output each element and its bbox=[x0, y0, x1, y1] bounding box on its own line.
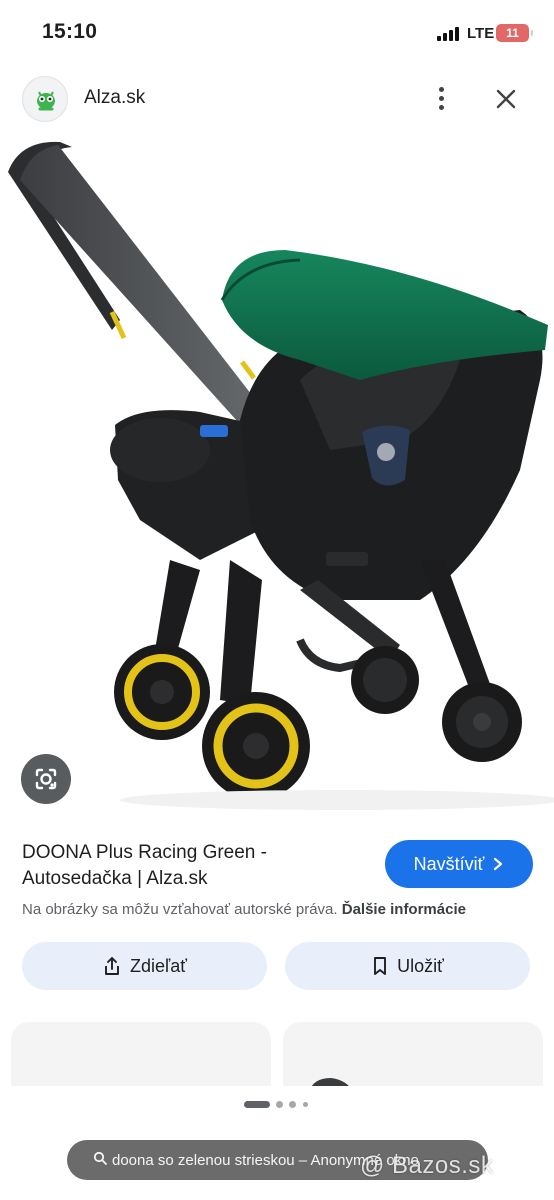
more-options-button[interactable] bbox=[428, 84, 456, 114]
related-result-card[interactable] bbox=[11, 1022, 271, 1092]
network-type: LTE bbox=[467, 25, 495, 42]
save-button[interactable]: Uložiť bbox=[285, 942, 530, 990]
front-right-wheel bbox=[202, 692, 310, 800]
visit-button[interactable]: Navštíviť bbox=[385, 840, 533, 888]
copyright-notice: Na obrázky sa môžu vzťahovať autorské pr… bbox=[22, 901, 466, 918]
share-label: Zdieľať bbox=[129, 955, 188, 976]
bookmark-icon bbox=[374, 957, 387, 975]
battery-icon: 11 bbox=[496, 24, 533, 42]
alza-alien-mascot-icon bbox=[37, 91, 55, 111]
cellular-signal-icon bbox=[437, 27, 461, 41]
result-header: Alza.sk bbox=[0, 66, 554, 132]
more-vertical-icon bbox=[439, 87, 444, 92]
rear-right-wheel bbox=[442, 682, 522, 762]
product-image[interactable] bbox=[0, 132, 554, 822]
close-icon bbox=[496, 89, 516, 109]
share-button[interactable]: Zdieľať bbox=[22, 942, 267, 990]
stroller-car-seat-image bbox=[8, 141, 554, 810]
result-title[interactable]: DOONA Plus Racing Green - Autosedačka | … bbox=[22, 840, 372, 892]
close-button[interactable] bbox=[492, 85, 520, 113]
search-icon bbox=[93, 1151, 107, 1169]
rear-left-wheel bbox=[351, 646, 419, 714]
front-left-wheel bbox=[114, 644, 210, 740]
google-lens-icon bbox=[35, 768, 57, 790]
visit-button-label: Navštíviť bbox=[413, 853, 485, 874]
status-bar: 15:10 LTE 11 bbox=[0, 0, 554, 66]
copyright-text: Na obrázky sa môžu vzťahovať autorské pr… bbox=[22, 901, 338, 918]
site-name[interactable]: Alza.sk bbox=[84, 87, 145, 109]
watermark: @ Bazos.sk bbox=[360, 1152, 494, 1179]
related-thumbnail bbox=[309, 1078, 353, 1092]
visual-search-button[interactable] bbox=[21, 754, 71, 804]
save-label: Uložiť bbox=[397, 955, 444, 976]
status-time: 15:10 bbox=[42, 20, 98, 43]
more-info-link[interactable]: Ďalšie informácie bbox=[342, 901, 466, 918]
related-result-card[interactable] bbox=[283, 1022, 543, 1092]
chevron-right-icon bbox=[494, 857, 503, 871]
share-icon bbox=[105, 957, 119, 975]
site-favicon[interactable] bbox=[22, 76, 68, 122]
